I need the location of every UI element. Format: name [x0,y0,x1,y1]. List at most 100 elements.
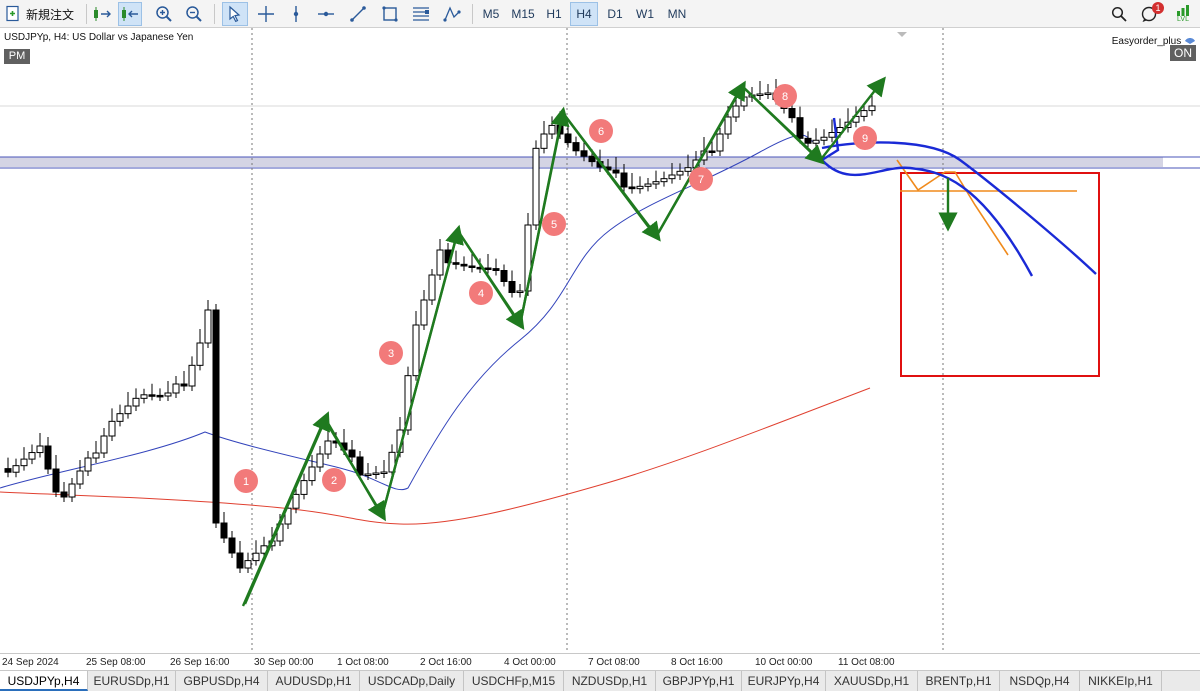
candle-body [4,468,12,473]
candlestick-series [4,79,876,573]
lvl-label: LVL [1177,16,1189,23]
candle-body [828,132,836,138]
vertical-line-tool-button[interactable] [284,2,308,26]
x-tick-label: 30 Sep 00:00 [254,657,314,668]
candle-body [812,139,820,144]
candle-body [60,491,68,498]
x-tick-label: 4 Oct 00:00 [504,657,556,668]
tab-nzdusdp-h1[interactable]: NZDUSDp,H1 [564,671,656,691]
trendline-icon [350,6,366,22]
crosshair-tool-button[interactable] [254,2,278,26]
candle-body [756,93,764,96]
session-badge: PM [4,49,30,64]
candle-body [84,457,92,472]
candle-body [108,420,116,437]
candle-body [564,133,572,144]
search-button[interactable] [1108,2,1130,26]
x-tick-label: 11 Oct 08:00 [838,657,895,668]
candle-body [580,150,588,157]
x-tick-label: 10 Oct 00:00 [755,657,813,668]
new-order-button[interactable]: 新規注文 [4,2,84,26]
shapes-tool-button[interactable] [440,2,464,26]
candle-body [724,116,732,135]
candle-body [180,383,188,387]
candle-body [764,92,772,95]
timeframe-m5-button[interactable]: M5 [477,2,505,26]
chart-shift-button[interactable] [118,2,142,26]
candle-body [652,181,660,185]
candle-body [588,155,596,163]
candle-body [292,493,300,509]
candle-body [148,394,156,397]
timeframe-m15-button[interactable]: M15 [508,2,538,26]
candle-body [100,435,108,454]
candle-body [460,263,468,267]
candle-body [532,147,540,226]
toolbar-divider [86,4,87,24]
tab-usdcadp-daily[interactable]: USDCADp,Daily [360,671,464,691]
candle-body [516,290,524,293]
tab-brentp-h1[interactable]: BRENTp,H1 [918,671,1000,691]
fibonacci-tool-button[interactable] [408,2,434,26]
trendline-tool-button[interactable] [346,2,370,26]
candle-body [20,458,28,467]
signal-bars-icon [1177,5,1189,16]
candle-body [820,136,828,141]
tab-xauusdp-h1[interactable]: XAUUSDp,H1 [826,671,918,691]
x-tick-label: 25 Sep 08:00 [86,657,146,668]
tab-usdchfp-m15[interactable]: USDCHFp,M15 [464,671,564,691]
tab-nsdqp-h4[interactable]: NSDQp,H4 [1000,671,1080,691]
tab-eurjpyp-h4[interactable]: EURJPYp,H4 [742,671,826,691]
candle-body [324,440,332,455]
tab-gbpusdp-h4[interactable]: GBPUSDp,H4 [176,671,268,691]
rectangle-tool-button[interactable] [378,2,402,26]
tab-eurusdp-h1[interactable]: EURUSDp,H1 [88,671,176,691]
candle-body [796,117,804,139]
candle-body [124,405,132,415]
candle-body [196,342,204,366]
candle-body [468,265,476,268]
toolbar-divider [472,4,473,24]
zoom-out-button[interactable] [182,2,206,26]
x-tick-label: 26 Sep 16:00 [170,657,230,668]
candle-body [676,170,684,176]
tab-audusdp-h1[interactable]: AUDUSDp,H1 [268,671,360,691]
auto-scroll-icon [94,7,111,21]
candle-body [380,471,388,474]
tab-usdjpyp-h4[interactable]: USDJPYp,H4 [0,671,88,691]
candle-body [220,522,228,539]
cursor-tool-button[interactable] [222,2,248,26]
candle-body [412,324,420,377]
timeframe-h1-button[interactable]: H1 [540,2,568,26]
crosshair-icon [258,6,274,22]
candle-body [172,383,180,394]
signals-level-button[interactable]: LVL [1170,2,1196,26]
zoom-in-button[interactable] [152,2,176,26]
candle-body [44,445,52,470]
candle-body [500,270,508,282]
timeframe-mn-button[interactable]: MN [662,2,692,26]
main-toolbar: 新規注文 M5 M15 H1 H4 D1 W1 MN 1 LVL [0,0,1200,28]
tab-nikkeip-h1[interactable]: NIKKEIp,H1 [1080,671,1162,691]
wave-number: 5 [551,219,557,231]
horizontal-line-tool-button[interactable] [314,2,338,26]
wave-number: 4 [478,288,484,300]
candle-body [76,470,84,485]
zoom-in-icon [156,6,172,22]
x-tick-label: 24 Sep 2024 [2,657,59,668]
search-icon [1111,6,1127,22]
candle-body [636,185,644,190]
timeframe-d1-button[interactable]: D1 [601,2,629,26]
new-order-icon [6,5,19,22]
fibonacci-icon [413,7,429,21]
chart-tab-bar: USDJPYp,H4 EURUSDp,H1 GBPUSDp,H4 AUDUSDp… [0,670,1200,691]
timeframe-h4-button[interactable]: H4 [570,2,598,26]
tab-gbpjpyp-h1[interactable]: GBPJPYp,H1 [656,671,742,691]
auto-scroll-button[interactable] [90,2,114,26]
ea-status-badge[interactable]: ON [1170,45,1196,61]
candle-body [68,483,76,498]
price-chart[interactable]: 1 2 3 4 5 6 7 8 9 [0,28,1200,653]
candle-body [668,174,676,180]
candle-body [52,468,60,493]
timeframe-w1-button[interactable]: W1 [631,2,659,26]
